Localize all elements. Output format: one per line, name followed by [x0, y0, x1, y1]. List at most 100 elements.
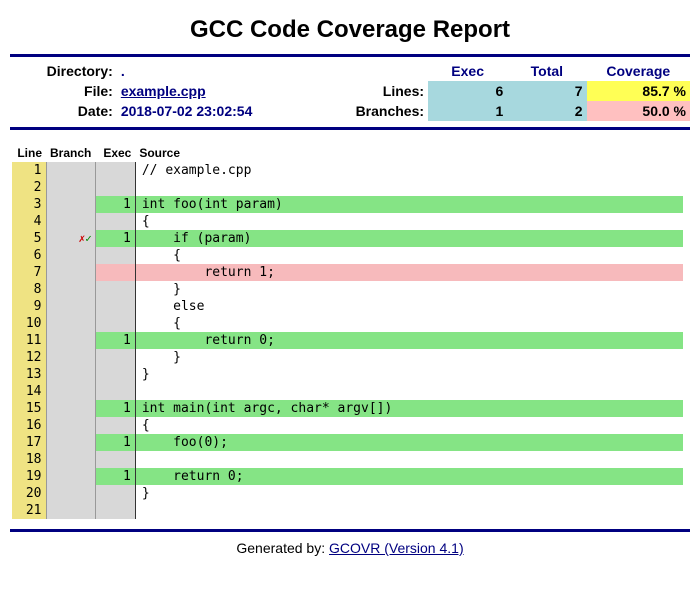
branch-cell [46, 298, 95, 315]
branch-cell [46, 349, 95, 366]
date-label: Date: [10, 101, 117, 121]
code-row: 6 { [12, 247, 683, 264]
footer-prefix: Generated by: [236, 540, 329, 556]
source-line: { [135, 247, 683, 264]
source-line: // example.cpp [135, 162, 683, 179]
source-line [135, 179, 683, 196]
file-link[interactable]: example.cpp [121, 83, 206, 99]
branches-label: Branches: [318, 101, 428, 121]
line-number: 18 [12, 451, 46, 468]
branches-coverage: 50.0 % [587, 101, 691, 121]
line-number: 11 [12, 332, 46, 349]
exec-count [95, 162, 135, 179]
lines-label: Lines: [318, 81, 428, 101]
line-number: 10 [12, 315, 46, 332]
line-number: 8 [12, 281, 46, 298]
col-exec-header: Exec [95, 144, 135, 162]
branch-cell [46, 383, 95, 400]
line-number: 6 [12, 247, 46, 264]
line-number: 20 [12, 485, 46, 502]
code-row: 10 { [12, 315, 683, 332]
code-row: 3 1int foo(int param) [12, 196, 683, 213]
branch-cell [46, 315, 95, 332]
line-number: 4 [12, 213, 46, 230]
branch-cell [46, 162, 95, 179]
exec-count [95, 264, 135, 281]
branch-cell [46, 366, 95, 383]
branch-cell [46, 417, 95, 434]
col-source-header: Source [135, 144, 683, 162]
branch-cell [46, 213, 95, 230]
exec-count [95, 383, 135, 400]
code-row: 8 } [12, 281, 683, 298]
source-line [135, 383, 683, 400]
line-number: 13 [12, 366, 46, 383]
exec-count [95, 247, 135, 264]
date-value: 2018-07-02 23:02:54 [117, 101, 318, 121]
branch-cell [46, 485, 95, 502]
branch-cell [46, 451, 95, 468]
branch-cell [46, 264, 95, 281]
exec-header: Exec [428, 61, 507, 81]
source-line: { [135, 315, 683, 332]
source-line: if (param) [135, 230, 683, 247]
source-line: } [135, 366, 683, 383]
code-row: 7 return 1; [12, 264, 683, 281]
line-number: 21 [12, 502, 46, 519]
line-number: 12 [12, 349, 46, 366]
line-number: 19 [12, 468, 46, 485]
line-number: 7 [12, 264, 46, 281]
col-line-header: Line [12, 144, 46, 162]
gcovr-link[interactable]: GCOVR (Version 4.1) [329, 540, 464, 556]
lines-total: 7 [507, 81, 586, 101]
lines-exec: 6 [428, 81, 507, 101]
line-number: 16 [12, 417, 46, 434]
divider-top [10, 54, 690, 57]
line-number: 3 [12, 196, 46, 213]
exec-count [95, 298, 135, 315]
code-row: 4{ [12, 213, 683, 230]
code-row: 14 [12, 383, 683, 400]
file-label: File: [10, 81, 117, 101]
branch-cell [46, 400, 95, 417]
exec-count: 1 [95, 468, 135, 485]
exec-count [95, 179, 135, 196]
exec-count [95, 451, 135, 468]
exec-count [95, 366, 135, 383]
branch-cell [46, 179, 95, 196]
source-line: return 1; [135, 264, 683, 281]
branch-cell [46, 434, 95, 451]
directory-value: . [117, 61, 318, 81]
divider-mid [10, 127, 690, 130]
source-line: return 0; [135, 468, 683, 485]
line-number: 1 [12, 162, 46, 179]
summary-table: Directory: . Exec Total Coverage File: e… [10, 61, 690, 121]
source-line: foo(0); [135, 434, 683, 451]
code-table: Line Branch Exec Source 1// example.cpp2… [12, 144, 683, 519]
branch-cell [46, 332, 95, 349]
exec-count: 1 [95, 434, 135, 451]
source-line [135, 502, 683, 519]
exec-count: 1 [95, 196, 135, 213]
code-row: 9 else [12, 298, 683, 315]
exec-count [95, 417, 135, 434]
footer: Generated by: GCOVR (Version 4.1) [0, 532, 700, 572]
line-number: 17 [12, 434, 46, 451]
code-row: 151int main(int argc, char* argv[]) [12, 400, 683, 417]
source-line: } [135, 485, 683, 502]
code-row: 1 // example.cpp [12, 162, 683, 179]
exec-count: 1 [95, 400, 135, 417]
code-row: 13} [12, 366, 683, 383]
branch-cell: ✗✓ [46, 230, 95, 247]
line-number: 15 [12, 400, 46, 417]
lines-coverage: 85.7 % [587, 81, 691, 101]
source-line: return 0; [135, 332, 683, 349]
source-line: int foo(int param) [135, 196, 683, 213]
code-row: 2 [12, 179, 683, 196]
code-row: 20} [12, 485, 683, 502]
exec-count [95, 349, 135, 366]
exec-count: 1 [95, 332, 135, 349]
page-title: GCC Code Coverage Report [0, 0, 700, 54]
branch-cell [46, 502, 95, 519]
code-row: 18 [12, 451, 683, 468]
